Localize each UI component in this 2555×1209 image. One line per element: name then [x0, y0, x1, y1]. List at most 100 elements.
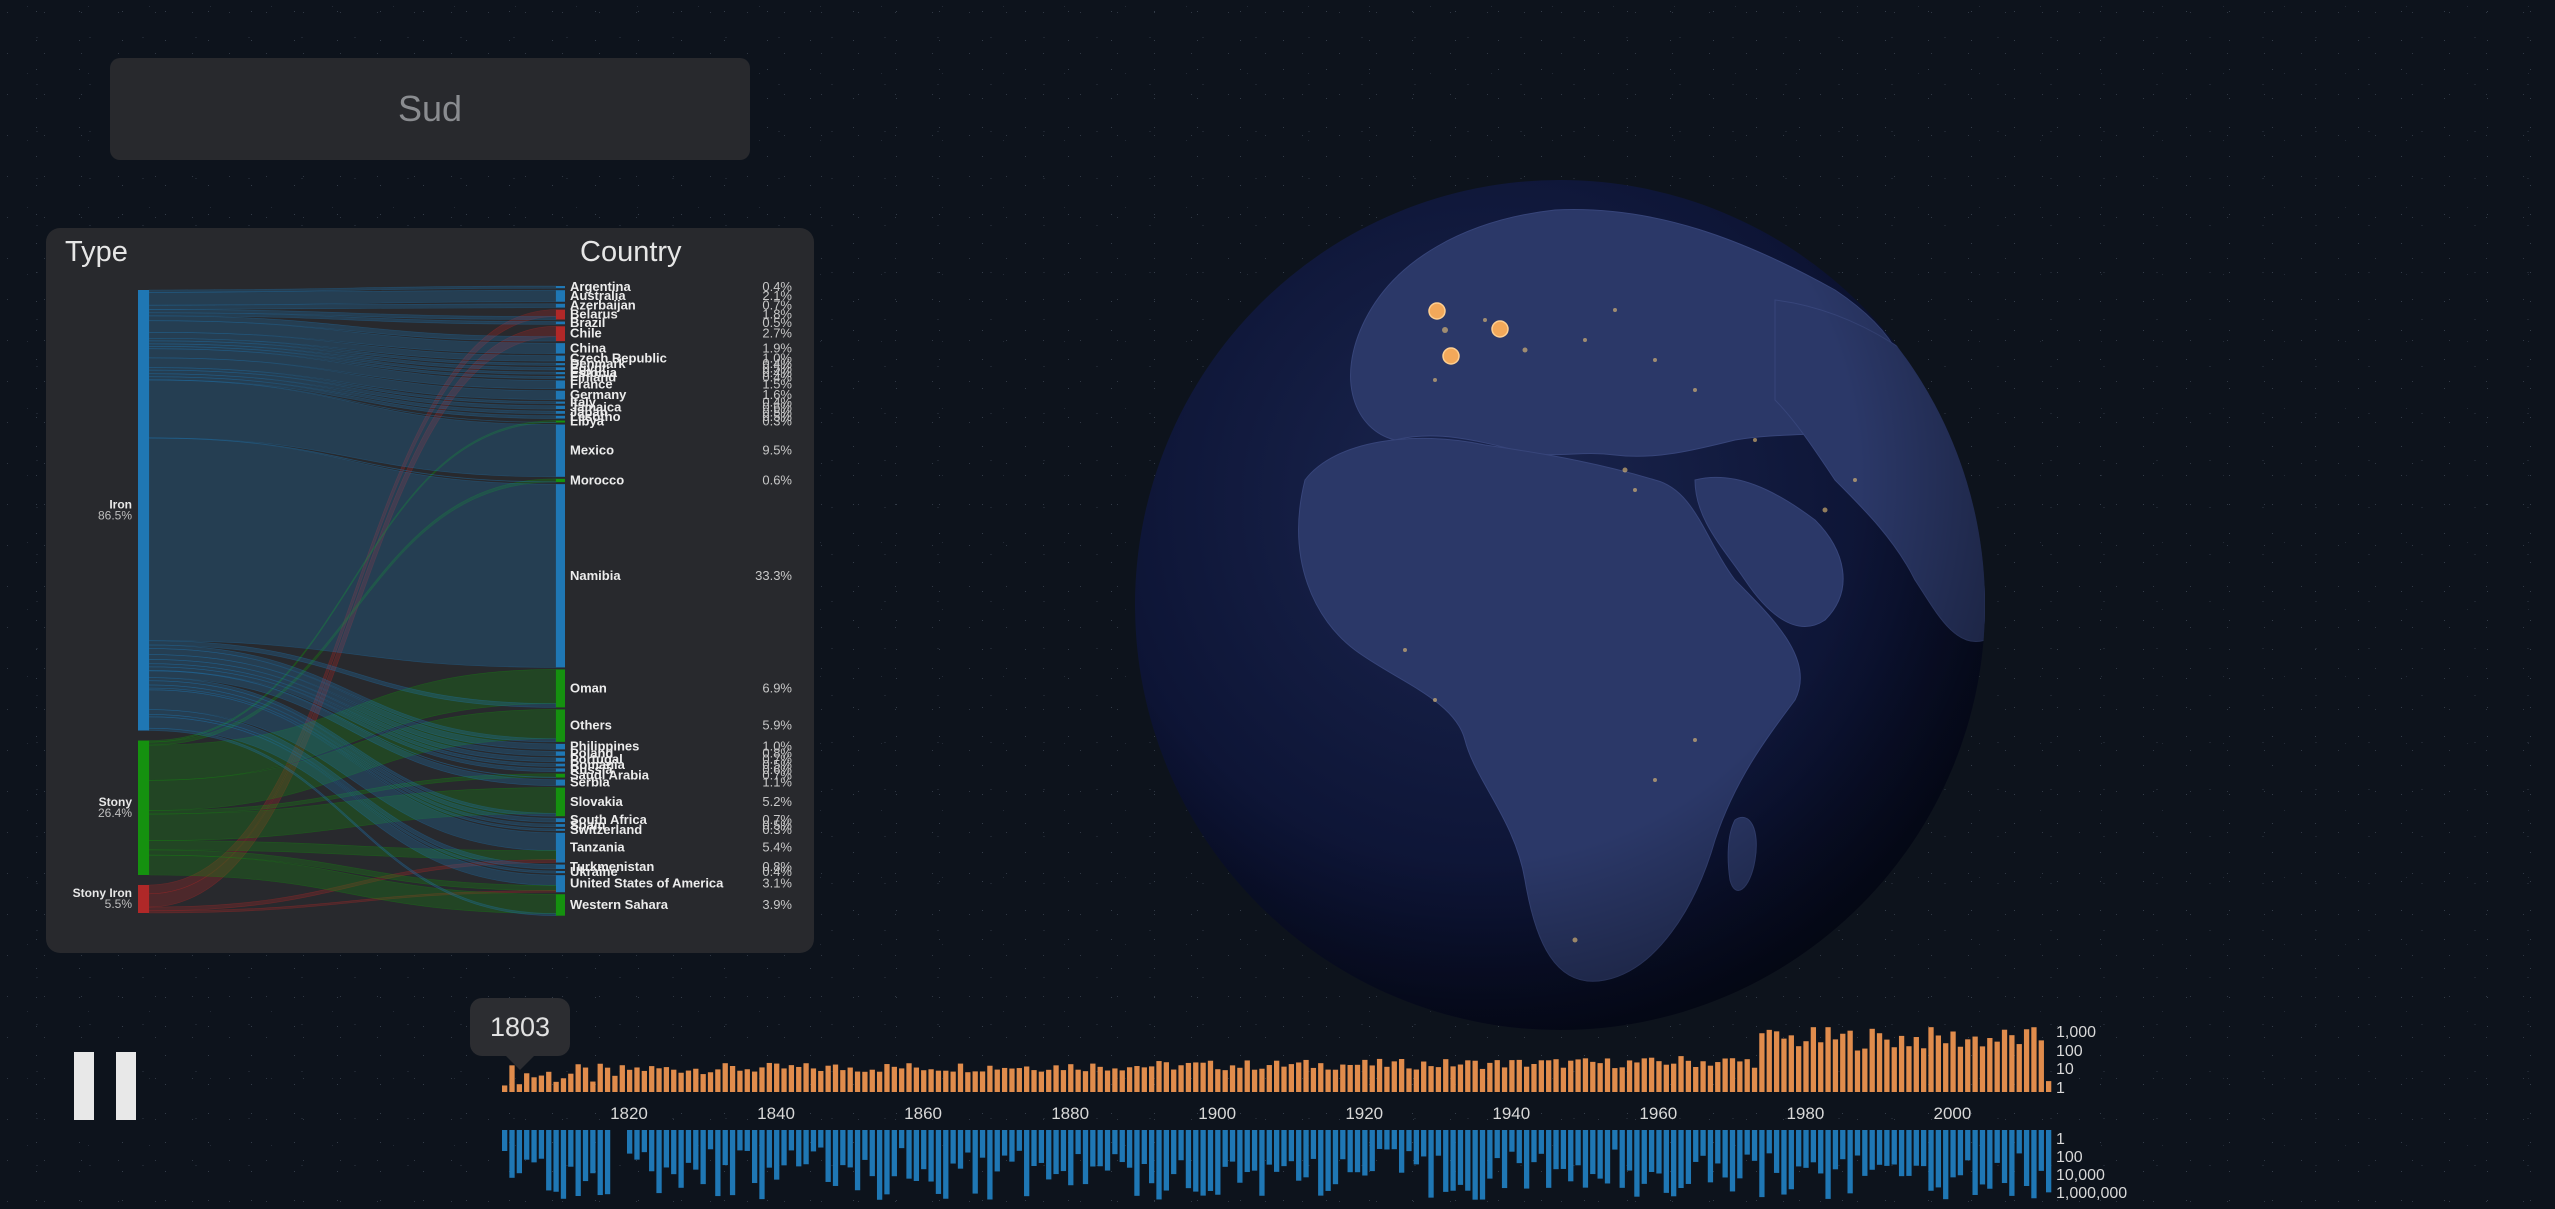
count-bar [2016, 1044, 2022, 1092]
count-bar [1847, 1030, 1853, 1092]
country-node [556, 832, 565, 863]
globe[interactable] [1135, 180, 1985, 1030]
count-bar [1450, 1066, 1456, 1092]
mass-bar [590, 1130, 596, 1174]
mass-bar [1884, 1130, 1890, 1166]
count-bar [1347, 1064, 1353, 1092]
mass-bar [2016, 1130, 2022, 1154]
count-bar [1413, 1069, 1419, 1092]
mass-bar [1943, 1130, 1949, 1200]
x-tick-label: 1980 [1786, 1104, 1824, 1123]
mass-bar [1568, 1130, 1574, 1182]
mass-bar [876, 1130, 883, 1200]
country-node [556, 751, 565, 756]
count-bar [1656, 1061, 1662, 1092]
count-bar [928, 1069, 934, 1092]
country-node [556, 757, 565, 762]
count-bar [1281, 1066, 1287, 1092]
x-tick-label: 1900 [1198, 1104, 1236, 1123]
count-bar [1354, 1064, 1361, 1092]
count-bar [1171, 1069, 1177, 1092]
count-bar [1207, 1060, 1214, 1092]
x-tick-label: 2000 [1934, 1104, 1972, 1123]
count-bar [1090, 1063, 1096, 1092]
mass-bar [1332, 1130, 1339, 1185]
count-bar [1943, 1043, 1949, 1092]
timeline-histogram[interactable]: 1820 1840 1860 1880 1900 1920 1940 1960 1980 2000… [480, 1010, 2200, 1209]
mass-bar [796, 1130, 802, 1167]
mass-bar [1038, 1130, 1045, 1163]
mass-bar [1222, 1130, 1228, 1167]
count-bar [825, 1065, 831, 1092]
mass-bar [766, 1130, 772, 1168]
count-bar [1891, 1047, 1897, 1092]
mass-bar [1523, 1130, 1530, 1189]
mass-bar [1347, 1130, 1353, 1173]
mass-bar [2001, 1130, 2008, 1184]
count-bar [524, 1073, 530, 1092]
count-bar [1546, 1060, 1552, 1092]
mass-bar [1781, 1130, 1787, 1195]
mass-bar [1693, 1130, 1699, 1162]
count-bar [906, 1063, 912, 1092]
search-input[interactable]: Sud [110, 58, 750, 160]
count-bar [965, 1072, 971, 1092]
country-node [556, 309, 565, 320]
country-label: Chile [570, 326, 602, 341]
count-bar [1259, 1068, 1265, 1092]
count-bar [1965, 1039, 1971, 1092]
count-bar [1421, 1061, 1427, 1092]
mass-bar [1612, 1130, 1618, 1150]
mass-bar [1171, 1130, 1177, 1175]
count-bar [715, 1069, 721, 1092]
mass-bar [781, 1130, 787, 1166]
mass-bar [1112, 1130, 1118, 1155]
mass-bar [1590, 1130, 1596, 1175]
count-bar [781, 1068, 787, 1092]
mass-bar [1832, 1130, 1839, 1170]
count-bar [538, 1075, 545, 1092]
count-bar [678, 1072, 684, 1092]
count-bar [1582, 1058, 1589, 1092]
count-bar [935, 1070, 942, 1092]
mass-bar [1207, 1130, 1214, 1191]
country-label: Namibia [570, 568, 621, 583]
mass-bar [1178, 1130, 1184, 1161]
mass-bar [913, 1130, 920, 1181]
count-bar [1288, 1064, 1294, 1092]
mass-bar [921, 1130, 927, 1170]
count-bar [1068, 1064, 1074, 1092]
count-bar [1266, 1065, 1272, 1092]
mass-bar [1840, 1130, 1846, 1160]
meteorite-marker [1428, 302, 1446, 320]
country-label: Switzerland [570, 822, 642, 837]
x-tick-label: 1960 [1639, 1104, 1677, 1123]
mass-bar [2009, 1130, 2015, 1196]
mass-bar [1398, 1130, 1405, 1173]
mass-bar [1928, 1130, 1934, 1191]
country-label: Libya [570, 414, 605, 429]
mass-bar [1663, 1130, 1669, 1193]
country-node [556, 768, 565, 772]
count-bar [1310, 1067, 1317, 1092]
count-bar [1876, 1033, 1883, 1092]
count-bar [1237, 1067, 1243, 1092]
pause-button[interactable] [74, 1052, 136, 1120]
country-pct: 0.3% [762, 414, 792, 429]
count-bar [1884, 1039, 1890, 1092]
mass-bar [1354, 1130, 1361, 1173]
count-bar [1193, 1062, 1199, 1092]
count-bar [847, 1067, 853, 1092]
count-bar [1038, 1071, 1045, 1092]
count-axis-tick: 1 [2056, 1080, 2065, 1097]
count-bar [957, 1063, 964, 1092]
mass-bar [1729, 1130, 1736, 1192]
mass-bar [1163, 1130, 1170, 1191]
country-node [556, 405, 565, 410]
count-bar [1229, 1065, 1236, 1092]
count-bar [1391, 1061, 1397, 1092]
country-node [556, 286, 565, 289]
country-pct: 5.2% [762, 794, 792, 809]
count-bar [1435, 1067, 1442, 1092]
mass-bar [899, 1130, 905, 1149]
